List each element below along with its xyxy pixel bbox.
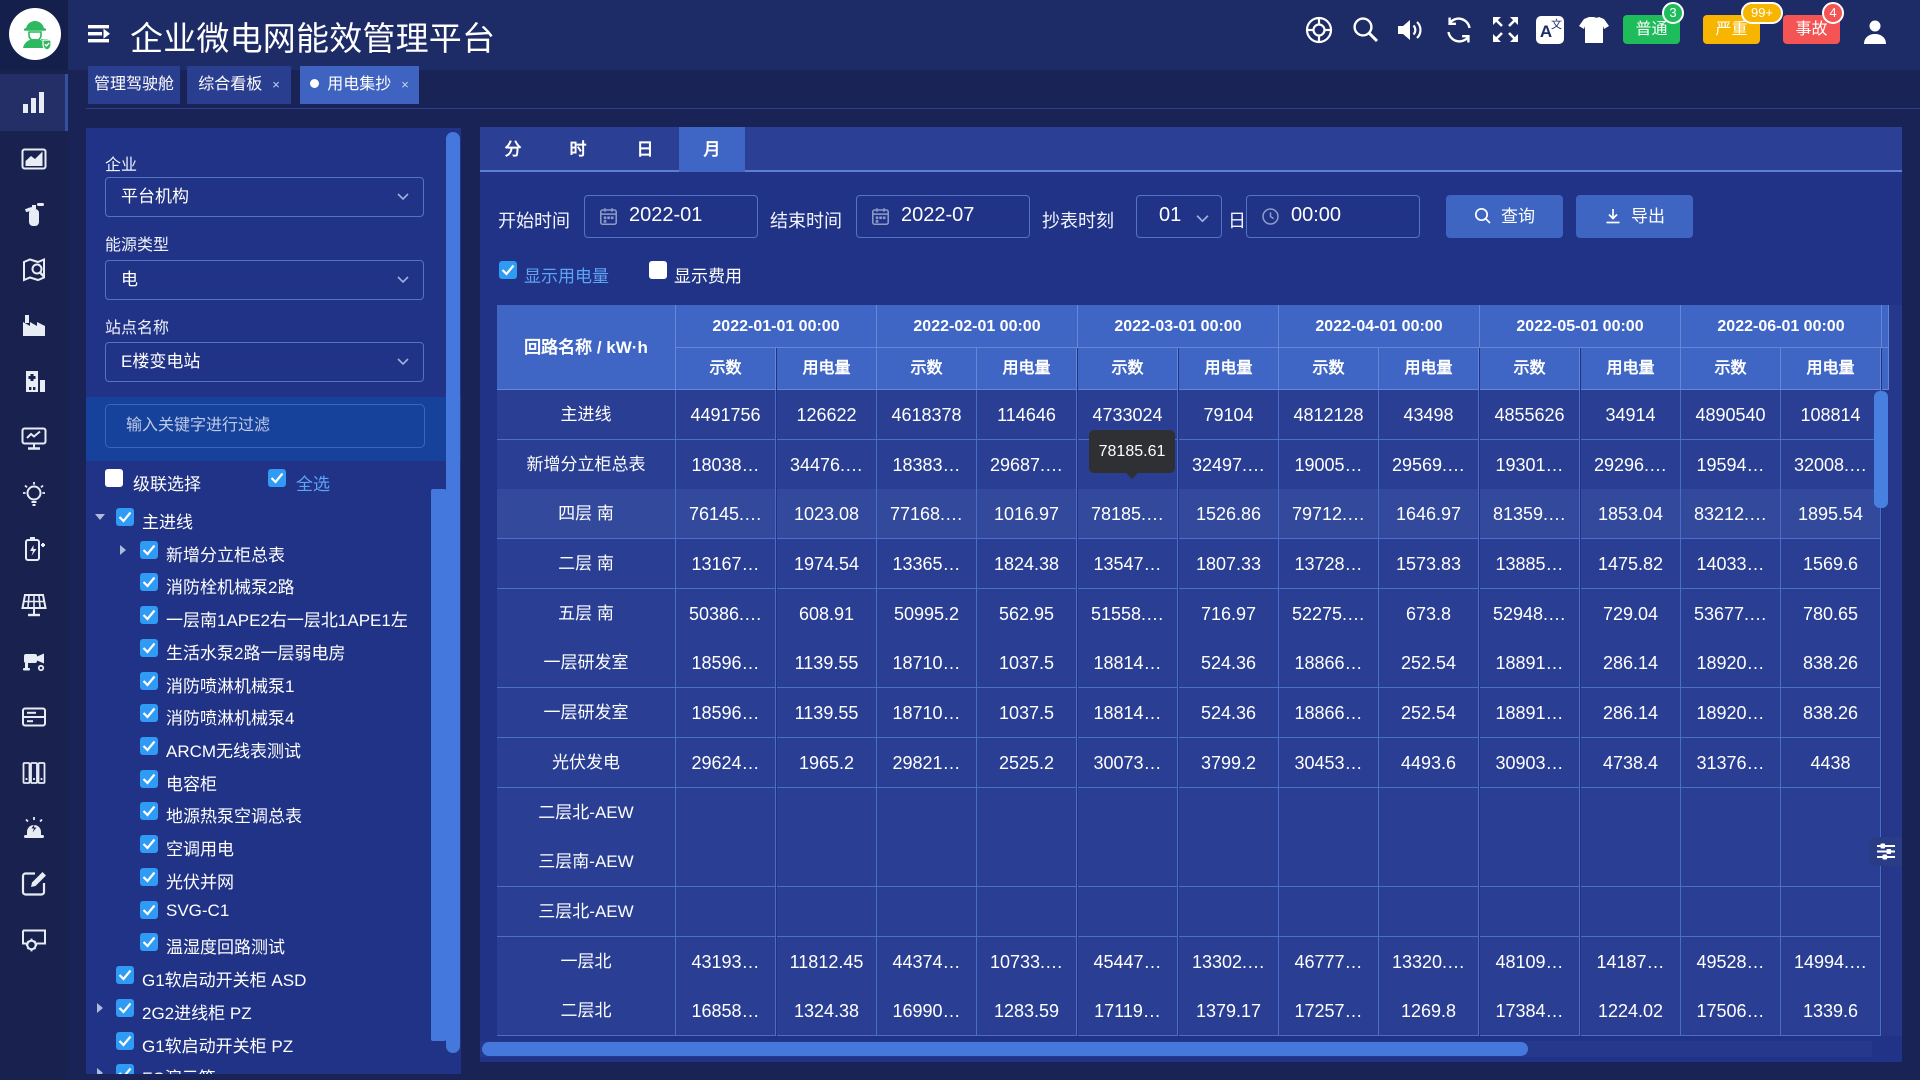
svg-text:文: 文 [1551, 16, 1562, 32]
